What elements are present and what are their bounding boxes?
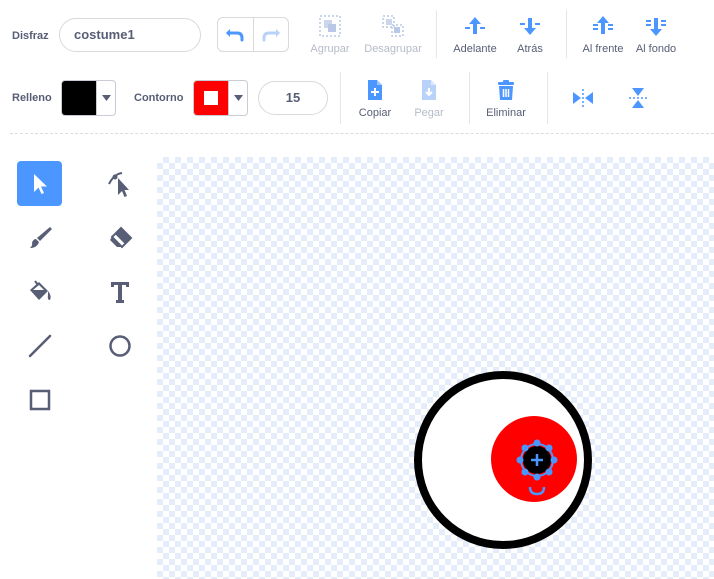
brush-tool[interactable] — [17, 215, 62, 260]
back-button[interactable]: Al fondo — [633, 14, 679, 55]
brush-icon — [29, 226, 52, 248]
costume-name-input[interactable]: costume1 — [59, 18, 201, 52]
group-button[interactable]: Agrupar — [307, 14, 353, 55]
ungroup-label: Desagrupar — [364, 43, 422, 55]
costume-label: Disfraz — [12, 30, 49, 42]
reshape-icon — [107, 171, 129, 197]
undo-redo-group — [217, 17, 289, 52]
forward-label: Adelante — [453, 43, 497, 55]
delete-label: Eliminar — [486, 107, 526, 119]
front-button[interactable]: Al frente — [579, 14, 627, 55]
outline-swatch — [194, 81, 228, 115]
separator — [340, 72, 341, 124]
forward-button[interactable]: Adelante — [451, 14, 499, 55]
trash-icon — [494, 78, 518, 102]
outline-size-input[interactable]: 15 — [258, 81, 328, 115]
paint-bucket-icon — [29, 279, 51, 300]
delete-button[interactable]: Eliminar — [482, 78, 530, 119]
separator — [469, 72, 470, 124]
outline-color-picker[interactable] — [193, 80, 248, 116]
flip-horizontal-button[interactable] — [571, 86, 595, 110]
separator — [547, 72, 548, 124]
backward-button[interactable]: Atrás — [511, 14, 549, 55]
outline-label: Contorno — [134, 92, 184, 104]
backward-icon — [518, 14, 542, 38]
flip-vertical-button[interactable] — [626, 86, 650, 110]
ungroup-icon — [381, 14, 405, 38]
reshape-tool[interactable] — [97, 161, 142, 206]
line-icon — [28, 334, 51, 357]
paste-label: Pegar — [414, 107, 444, 119]
toolbar-divider — [10, 133, 714, 134]
paste-button[interactable]: Pegar — [410, 78, 448, 119]
fill-tool[interactable] — [17, 269, 62, 314]
line-tool[interactable] — [17, 323, 62, 368]
undo-button[interactable] — [218, 18, 253, 51]
back-label: Al fondo — [635, 43, 677, 55]
select-tool[interactable] — [17, 161, 62, 206]
text-icon — [110, 281, 129, 303]
ungroup-button[interactable]: Desagrupar — [362, 14, 424, 55]
redo-button[interactable] — [252, 18, 289, 51]
circle-icon — [108, 334, 131, 357]
group-icon — [318, 14, 342, 38]
front-label: Al frente — [582, 43, 624, 55]
copy-icon — [363, 78, 387, 102]
flip-horizontal-icon — [573, 89, 593, 107]
eraser-icon — [109, 226, 132, 248]
rectangle-tool[interactable] — [17, 377, 62, 422]
backward-label: Atrás — [517, 43, 543, 55]
circle-tool[interactable] — [97, 323, 142, 368]
front-icon — [591, 14, 615, 38]
drawing-canvas[interactable] — [157, 157, 714, 579]
group-label: Agrupar — [310, 43, 350, 55]
back-icon — [644, 14, 668, 38]
eraser-tool[interactable] — [97, 215, 142, 260]
copy-button[interactable]: Copiar — [355, 78, 395, 119]
chevron-down-icon — [228, 81, 247, 115]
separator — [436, 10, 437, 58]
redo-icon — [262, 28, 280, 41]
flip-vertical-icon — [629, 88, 647, 108]
forward-icon — [463, 14, 487, 38]
rectangle-icon — [29, 389, 50, 410]
copy-label: Copiar — [358, 107, 392, 119]
paste-icon — [417, 78, 441, 102]
chevron-down-icon — [96, 81, 115, 115]
text-tool[interactable] — [97, 269, 142, 314]
undo-icon — [226, 28, 244, 41]
fill-swatch — [62, 81, 96, 115]
fill-label: Relleno — [12, 92, 52, 104]
fill-color-picker[interactable] — [61, 80, 116, 116]
separator — [566, 10, 567, 58]
arrow-cursor-icon — [33, 173, 47, 194]
